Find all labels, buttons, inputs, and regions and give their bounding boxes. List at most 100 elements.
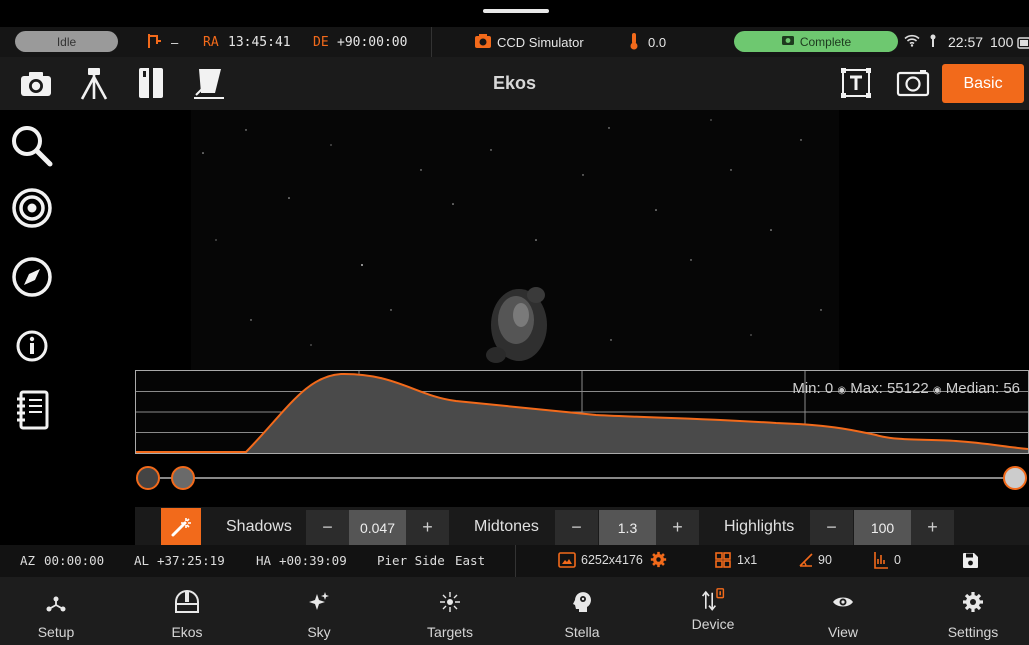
max-value: 55122 <box>886 380 929 397</box>
shadows-slider-handle[interactable] <box>136 466 160 490</box>
sparkle-icon <box>309 592 329 610</box>
camera-small-icon <box>781 34 795 49</box>
search-icon[interactable] <box>10 124 54 173</box>
nav-label: Stella <box>564 624 600 640</box>
notebook-icon[interactable] <box>16 390 50 435</box>
nav-settings[interactable]: Settings <box>918 590 1028 645</box>
de-label: DE <box>313 35 329 50</box>
info-divider <box>515 545 516 577</box>
midtones-slider-handle[interactable] <box>171 466 195 490</box>
nav-view[interactable]: View <box>788 590 898 645</box>
nav-label: View <box>827 624 859 640</box>
highlights-increment-button[interactable]: + <box>911 510 954 545</box>
nav-stella[interactable]: Stella <box>527 590 637 645</box>
auto-stretch-button[interactable] <box>161 508 201 546</box>
star-field-image <box>202 119 822 363</box>
target-icon[interactable] <box>11 187 53 234</box>
resolution-value: 6252x4176 <box>581 553 643 567</box>
rotation-value: 90 <box>818 553 832 567</box>
ha-value: +00:39:09 <box>279 553 347 568</box>
stretch-slider-track[interactable] <box>160 477 1015 479</box>
nav-label: Device <box>691 616 735 632</box>
az-label: AZ <box>20 553 36 568</box>
nav-setup[interactable]: Setup <box>1 590 111 645</box>
al-label: AL <box>134 553 150 568</box>
battery-icon <box>1017 36 1029 54</box>
info-icon[interactable] <box>16 330 48 367</box>
wifi-icon <box>904 34 920 52</box>
histogram-stats: Min: 0 ◉ Max: 55122 ◉ Median: 56 <box>792 380 1020 397</box>
shadows-label: Shadows <box>226 518 292 535</box>
de-value: +90:00:00 <box>337 35 408 50</box>
pier-side-value: East <box>455 553 486 568</box>
pier-side-label: Pier Side <box>377 553 445 568</box>
bullet-icon: ◉ <box>932 385 942 396</box>
tracking-value: – <box>171 35 179 50</box>
target-icon <box>440 592 460 612</box>
nav-sky[interactable]: Sky <box>264 590 374 645</box>
frame-camera-icon[interactable] <box>896 69 930 102</box>
clock: 22:57 <box>948 34 984 50</box>
nav-device[interactable]: Device <box>658 588 768 643</box>
text-overlay-icon[interactable] <box>840 67 872 104</box>
histogram[interactable]: Min: 0 ◉ Max: 55122 ◉ Median: 56 <box>135 370 1029 454</box>
min-label: Min: <box>792 380 821 397</box>
temperature-value: 0.0 <box>648 35 667 50</box>
sky-image[interactable] <box>191 110 839 370</box>
nav-label: Settings <box>947 624 999 640</box>
thermometer-icon <box>629 32 639 55</box>
al-value: +37:25:19 <box>157 553 225 568</box>
status-divider <box>431 27 432 57</box>
mount-status-badge: Idle <box>15 31 118 52</box>
min-value: 0 <box>824 380 834 397</box>
binning-value: 1x1 <box>737 553 758 567</box>
battery-percent: 100 <box>990 34 1014 50</box>
ra-label: RA <box>203 35 219 50</box>
offset-icon <box>873 551 889 574</box>
rotation-icon <box>798 552 814 573</box>
shadows-increment-button[interactable]: + <box>406 510 449 545</box>
binning-grid-icon <box>715 552 731 573</box>
compass-icon[interactable] <box>11 256 53 303</box>
nav-label: Setup <box>37 624 75 640</box>
sidebar <box>0 110 66 545</box>
capture-status-badge: Complete <box>734 31 898 52</box>
tracking-icon <box>146 32 164 55</box>
max-label: Max: <box>850 380 883 397</box>
midtones-increment-button[interactable]: + <box>656 510 699 545</box>
signal-icon <box>929 34 937 53</box>
highlights-slider-handle[interactable] <box>1003 466 1027 490</box>
az-value: 00:00:00 <box>44 553 105 568</box>
nav-label: Sky <box>307 624 331 640</box>
midtones-value[interactable]: 1.3 <box>599 510 656 545</box>
highlights-label: Highlights <box>724 518 795 535</box>
nav-ekos[interactable]: Ekos <box>132 590 242 645</box>
stella-head-icon <box>573 592 591 612</box>
highlights-value[interactable]: 100 <box>854 510 911 545</box>
camera-name: CCD Simulator <box>497 35 584 50</box>
highlights-decrement-button[interactable]: − <box>810 510 853 545</box>
median-label: Median: <box>945 380 1000 397</box>
device-icon <box>701 588 725 611</box>
page-title: Ekos <box>492 73 537 93</box>
nav-label: Targets <box>427 624 473 640</box>
shadows-value[interactable]: 0.047 <box>349 510 406 545</box>
basic-mode-button[interactable]: Basic <box>942 64 1024 103</box>
ra-value: 13:45:41 <box>228 35 291 50</box>
camera-icon <box>474 33 492 54</box>
setup-icon <box>46 596 66 612</box>
resolution-settings-gear-icon[interactable] <box>650 551 667 573</box>
magic-wand-icon <box>171 518 191 537</box>
shadows-decrement-button[interactable]: − <box>306 510 349 545</box>
capture-status-label: Complete <box>799 34 852 49</box>
observatory-icon <box>175 590 199 613</box>
eye-icon <box>833 597 853 607</box>
midtones-label: Midtones <box>474 518 539 535</box>
ha-label: HA <box>256 553 272 568</box>
save-icon[interactable] <box>962 552 979 574</box>
resolution-icon <box>558 552 576 573</box>
nav-targets[interactable]: Targets <box>395 590 505 645</box>
midtones-decrement-button[interactable]: − <box>555 510 598 545</box>
gesture-handle[interactable] <box>483 9 549 13</box>
median-value: 56 <box>1003 380 1020 397</box>
